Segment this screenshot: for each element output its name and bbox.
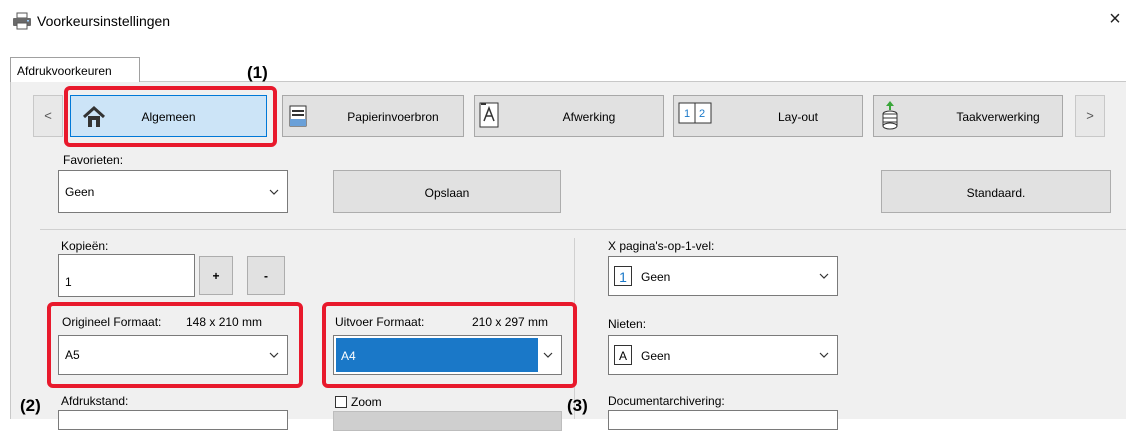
zoom-checkbox[interactable] — [335, 396, 347, 408]
callout-1: (1) — [247, 63, 268, 82]
nav-tab-layout[interactable]: 1 2 Lay-out — [673, 95, 863, 137]
staple-label: Nieten: — [608, 317, 647, 331]
favorites-select[interactable]: Geen — [58, 170, 288, 213]
pages-per-sheet-label: X pagina's-op-1-vel: — [608, 239, 715, 253]
nav-tab-finishing[interactable]: Afwerking — [474, 95, 664, 137]
section-divider — [40, 229, 1126, 230]
staple-value: Geen — [641, 349, 671, 363]
copies-increment-button[interactable]: + — [199, 256, 233, 295]
nav-tab-label: Papierinvoerbron — [347, 110, 439, 124]
nav-tab-label: Lay-out — [777, 110, 819, 124]
nav-tab-label: Taakverwerking — [956, 110, 1040, 124]
pages-per-sheet-select[interactable]: 1 Geen — [608, 256, 838, 296]
chevron-down-icon — [819, 352, 829, 358]
orientation-label: Afdrukstand: — [61, 394, 129, 408]
orientation-select[interactable] — [58, 410, 288, 430]
pages-per-sheet-icon: 1 — [614, 266, 632, 286]
highlight-box-general-tab — [64, 86, 277, 147]
default-button[interactable]: Standaard. — [881, 170, 1111, 213]
nav-prev-button[interactable]: < — [33, 95, 63, 137]
callout-2: (2) — [20, 396, 41, 415]
nav-tab-job-handling[interactable]: Taakverwerking — [873, 95, 1063, 137]
copies-decrement-button[interactable]: - — [247, 256, 285, 295]
nav-next-button[interactable]: > — [1075, 95, 1105, 137]
tab-print-preferences[interactable]: Afdrukvoorkeuren — [10, 57, 140, 82]
close-icon[interactable]: × — [1105, 6, 1125, 32]
copies-label: Kopieën: — [61, 239, 109, 253]
nav-tab-paper-source[interactable]: Papierinvoerbron — [282, 95, 464, 137]
staple-select[interactable]: A Geen — [608, 335, 838, 375]
chevron-down-icon — [819, 273, 829, 279]
document-archiving-select[interactable] — [608, 410, 838, 430]
zoom-label: Zoom — [351, 395, 382, 409]
zoom-settings-button[interactable] — [333, 411, 562, 431]
highlight-box-output-size — [322, 302, 577, 388]
staple-icon: A — [614, 345, 632, 365]
favorites-value: Geen — [65, 184, 95, 199]
pages-per-sheet-value: Geen — [641, 270, 671, 284]
document-archiving-label: Documentarchivering: — [608, 394, 725, 408]
window-title: Voorkeursinstellingen — [37, 13, 171, 29]
copies-input[interactable]: 1 — [58, 254, 195, 297]
callout-3: (3) — [567, 396, 588, 415]
printer-icon — [12, 12, 32, 30]
favorites-label: Favorieten: — [63, 153, 124, 167]
save-button[interactable]: Opslaan — [333, 170, 561, 213]
chevron-down-icon — [269, 189, 279, 195]
highlight-box-original-size — [47, 302, 303, 388]
nav-tab-label: Afwerking — [562, 110, 616, 124]
